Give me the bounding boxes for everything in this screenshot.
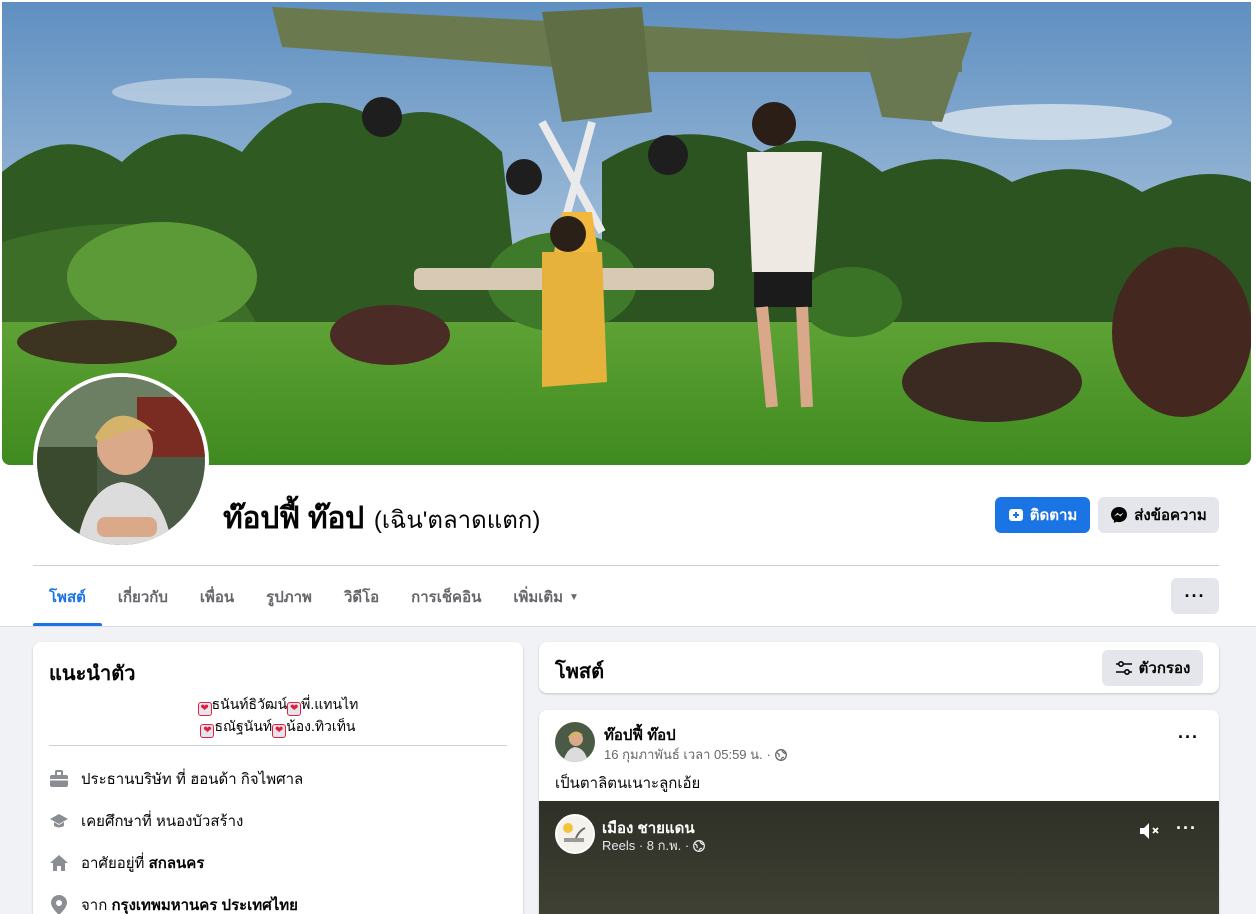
- messenger-icon: [1111, 507, 1128, 523]
- heart-icon: ❤: [272, 724, 287, 738]
- intro-from-item: จาก กรุงเทพมหานคร ประเทศไทย: [49, 893, 298, 914]
- follow-button-label: ติดตาม: [1029, 507, 1078, 524]
- reel-meta: Reels · 8 ก.พ. ·: [602, 835, 706, 856]
- header-divider: [33, 565, 1219, 566]
- message-button[interactable]: ส่งข้อความ: [1098, 497, 1219, 533]
- more-dots-icon: ···: [1176, 818, 1197, 838]
- post-card: ท๊อปฟี้ ท๊อป 16 กุมภาพันธ์ เวลา 05:59 น.…: [539, 710, 1219, 914]
- intro-card: แนะนำตัว ❤ ธนันท์ธิวัฒน์ ❤ พี่.แทนไท ❤ ธณัฐน…: [33, 642, 523, 914]
- cover-photo[interactable]: [2, 2, 1251, 465]
- profile-more-options-button[interactable]: ···: [1171, 578, 1219, 614]
- tab-friends[interactable]: เพื่อน: [184, 568, 250, 626]
- heart-icon: ❤: [200, 724, 215, 738]
- location-pin-icon: [49, 895, 69, 914]
- profile-header: ท๊อปฟี้ ท๊อป (เฉิน'ตลาดแตก) ติดตาม ส่งข้…: [0, 0, 1256, 627]
- intro-from-place[interactable]: กรุงเทพมหานคร ประเทศไทย: [111, 897, 297, 914]
- more-dots-icon: ···: [1184, 585, 1206, 606]
- heart-icon: ❤: [287, 702, 302, 716]
- intro-title: แนะนำตัว: [49, 663, 136, 685]
- intro-work-place[interactable]: ฮอนด้า กิจไพศาล: [190, 771, 303, 788]
- mute-icon[interactable]: [1139, 821, 1161, 846]
- filter-icon: [1115, 660, 1132, 676]
- globe-icon: [693, 839, 706, 852]
- intro-live-place[interactable]: สกลนคร: [149, 855, 205, 872]
- message-button-label: ส่งข้อความ: [1134, 507, 1207, 524]
- follow-icon: [1008, 509, 1023, 521]
- profile-name-row: ท๊อปฟี้ ท๊อป (เฉิน'ตลาดแตก): [223, 495, 540, 542]
- post-timestamp[interactable]: 16 กุมภาพันธ์ เวลา 05:59 น.: [604, 744, 763, 765]
- post-text: เป็นตาลิตนเนาะลูกเอ้ย: [555, 775, 701, 792]
- follow-button[interactable]: ติดตาม: [995, 497, 1090, 533]
- post-options-button[interactable]: ···: [1178, 727, 1199, 748]
- tab-posts[interactable]: โพสต์: [33, 568, 102, 626]
- reel-options-button[interactable]: ···: [1176, 818, 1197, 839]
- home-icon: [49, 853, 69, 873]
- post-meta: 16 กุมภาพันธ์ เวลา 05:59 น. ·: [604, 744, 787, 765]
- profile-tabs: โพสต์ เกี่ยวกับ เพื่อน รูปภาพ วิดีโอ การ…: [33, 568, 595, 626]
- intro-work-item: ประธานบริษัท ที่ ฮอนด้า กิจไพศาล: [49, 767, 303, 791]
- tab-videos[interactable]: วิดีโอ: [328, 568, 395, 626]
- intro-edu-place[interactable]: หนองบัวสร้าง: [156, 813, 243, 830]
- tab-checkins[interactable]: การเช็คอิน: [395, 568, 497, 626]
- profile-alternate-name: (เฉิน'ตลาดแตก): [373, 507, 541, 534]
- filter-button[interactable]: ตัวกรอง: [1102, 650, 1203, 686]
- heart-icon: ❤: [197, 702, 212, 716]
- filter-button-label: ตัวกรอง: [1138, 660, 1191, 677]
- graduation-cap-icon: [49, 811, 69, 831]
- briefcase-icon: [49, 769, 69, 789]
- post-author-avatar[interactable]: [555, 722, 595, 762]
- intro-divider: [49, 745, 507, 746]
- intro-education-item: เคยศึกษาที่ หนองบัวสร้าง: [49, 809, 243, 833]
- intro-lives-item: อาศัยอยู่ที่ สกลนคร: [49, 851, 204, 875]
- intro-bio: ❤ ธนันท์ธิวัฒน์ ❤ พี่.แทนไท ❤ ธณัฐนันท์ ❤ น้อง…: [49, 694, 507, 738]
- tab-more[interactable]: เพิ่มเติม ▼: [497, 568, 595, 626]
- globe-icon: [775, 748, 787, 761]
- reel-author-avatar[interactable]: [555, 814, 595, 854]
- tab-about[interactable]: เกี่ยวกับ: [102, 568, 184, 626]
- tab-photos[interactable]: รูปภาพ: [250, 568, 328, 626]
- reel-video[interactable]: เมือง ชายแดน Reels · 8 ก.พ. · ···: [539, 801, 1219, 914]
- posts-title: โพสต์: [555, 661, 605, 683]
- profile-picture[interactable]: [33, 373, 209, 549]
- posts-header-card: โพสต์ ตัวกรอง: [539, 642, 1219, 693]
- caret-down-icon: ▼: [569, 591, 579, 603]
- more-dots-icon: ···: [1178, 727, 1199, 747]
- profile-name: ท๊อปฟี้ ท๊อป: [223, 502, 364, 535]
